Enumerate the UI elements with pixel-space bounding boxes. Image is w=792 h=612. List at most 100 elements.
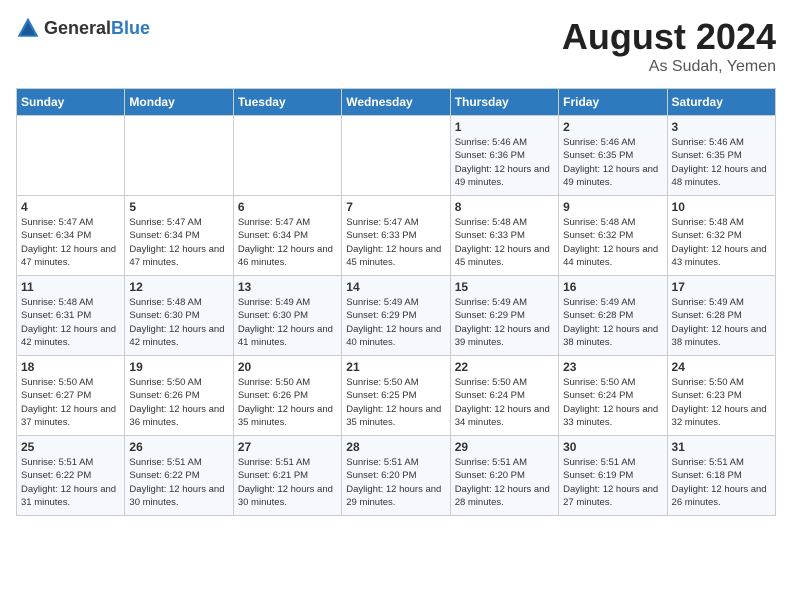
day-info: Sunrise: 5:46 AMSunset: 6:35 PMDaylight:…: [563, 136, 662, 189]
day-info: Sunrise: 5:47 AMSunset: 6:34 PMDaylight:…: [129, 216, 228, 269]
day-number: 26: [129, 440, 228, 454]
day-number: 11: [21, 280, 120, 294]
day-number: 27: [238, 440, 337, 454]
cell-week1-day5: 2 Sunrise: 5:46 AMSunset: 6:35 PMDaylight…: [559, 116, 667, 196]
cell-week3-day5: 16 Sunrise: 5:49 AMSunset: 6:28 PMDayligh…: [559, 276, 667, 356]
day-number: 17: [672, 280, 771, 294]
day-info: Sunrise: 5:47 AMSunset: 6:34 PMDaylight:…: [21, 216, 120, 269]
day-info: Sunrise: 5:49 AMSunset: 6:28 PMDaylight:…: [563, 296, 662, 349]
cell-week4-day0: 18 Sunrise: 5:50 AMSunset: 6:27 PMDayligh…: [17, 356, 125, 436]
day-number: 31: [672, 440, 771, 454]
day-number: 28: [346, 440, 445, 454]
day-info: Sunrise: 5:51 AMSunset: 6:22 PMDaylight:…: [21, 456, 120, 509]
generalblue-icon: [16, 16, 40, 40]
col-thursday: Thursday: [450, 89, 558, 116]
week-row-4: 18 Sunrise: 5:50 AMSunset: 6:27 PMDayligh…: [17, 356, 776, 436]
day-info: Sunrise: 5:51 AMSunset: 6:22 PMDaylight:…: [129, 456, 228, 509]
cell-week4-day3: 21 Sunrise: 5:50 AMSunset: 6:25 PMDayligh…: [342, 356, 450, 436]
day-number: 9: [563, 200, 662, 214]
cell-week2-day6: 10 Sunrise: 5:48 AMSunset: 6:32 PMDayligh…: [667, 196, 775, 276]
cell-week5-day4: 29 Sunrise: 5:51 AMSunset: 6:20 PMDayligh…: [450, 436, 558, 516]
cell-week4-day2: 20 Sunrise: 5:50 AMSunset: 6:26 PMDayligh…: [233, 356, 341, 436]
day-info: Sunrise: 5:47 AMSunset: 6:33 PMDaylight:…: [346, 216, 445, 269]
day-number: 23: [563, 360, 662, 374]
week-row-1: 1Sunrise: 5:46 AMSunset: 6:36 PMDaylight…: [17, 116, 776, 196]
day-number: 29: [455, 440, 554, 454]
calendar-header-row: Sunday Monday Tuesday Wednesday Thursday…: [17, 89, 776, 116]
day-number: 5: [129, 200, 228, 214]
cell-week1-day4: 1Sunrise: 5:46 AMSunset: 6:36 PMDaylight…: [450, 116, 558, 196]
day-info: Sunrise: 5:48 AMSunset: 6:32 PMDaylight:…: [563, 216, 662, 269]
day-info: Sunrise: 5:50 AMSunset: 6:25 PMDaylight:…: [346, 376, 445, 429]
cell-week3-day0: 11 Sunrise: 5:48 AMSunset: 6:31 PMDayligh…: [17, 276, 125, 356]
day-number: 14: [346, 280, 445, 294]
day-info: Sunrise: 5:48 AMSunset: 6:33 PMDaylight:…: [455, 216, 554, 269]
cell-week1-day1: [125, 116, 233, 196]
page-header: GeneralBlue August 2024 As Sudah, Yemen: [16, 16, 776, 76]
calendar-title: August 2024: [562, 16, 776, 58]
day-info: Sunrise: 5:51 AMSunset: 6:21 PMDaylight:…: [238, 456, 337, 509]
cell-week2-day1: 5 Sunrise: 5:47 AMSunset: 6:34 PMDaylight…: [125, 196, 233, 276]
cell-week2-day2: 6 Sunrise: 5:47 AMSunset: 6:34 PMDaylight…: [233, 196, 341, 276]
cell-week4-day5: 23 Sunrise: 5:50 AMSunset: 6:24 PMDayligh…: [559, 356, 667, 436]
day-number: 30: [563, 440, 662, 454]
day-info: Sunrise: 5:46 AMSunset: 6:35 PMDaylight:…: [672, 136, 771, 189]
day-number: 3: [672, 120, 771, 134]
day-number: 24: [672, 360, 771, 374]
cell-week3-day6: 17 Sunrise: 5:49 AMSunset: 6:28 PMDayligh…: [667, 276, 775, 356]
week-row-2: 4 Sunrise: 5:47 AMSunset: 6:34 PMDaylight…: [17, 196, 776, 276]
day-number: 4: [21, 200, 120, 214]
day-number: 25: [21, 440, 120, 454]
cell-week5-day5: 30Sunrise: 5:51 AMSunset: 6:19 PMDayligh…: [559, 436, 667, 516]
day-info: Sunrise: 5:49 AMSunset: 6:29 PMDaylight:…: [455, 296, 554, 349]
cell-week2-day0: 4 Sunrise: 5:47 AMSunset: 6:34 PMDaylight…: [17, 196, 125, 276]
cell-week5-day6: 31 Sunrise: 5:51 AMSunset: 6:18 PMDayligh…: [667, 436, 775, 516]
day-number: 20: [238, 360, 337, 374]
col-saturday: Saturday: [667, 89, 775, 116]
day-info: Sunrise: 5:49 AMSunset: 6:30 PMDaylight:…: [238, 296, 337, 349]
logo: GeneralBlue: [16, 16, 150, 40]
day-number: 19: [129, 360, 228, 374]
day-info: Sunrise: 5:50 AMSunset: 6:24 PMDaylight:…: [563, 376, 662, 429]
col-wednesday: Wednesday: [342, 89, 450, 116]
cell-week5-day1: 26 Sunrise: 5:51 AMSunset: 6:22 PMDayligh…: [125, 436, 233, 516]
day-info: Sunrise: 5:48 AMSunset: 6:32 PMDaylight:…: [672, 216, 771, 269]
day-number: 7: [346, 200, 445, 214]
cell-week1-day2: [233, 116, 341, 196]
cell-week5-day2: 27 Sunrise: 5:51 AMSunset: 6:21 PMDayligh…: [233, 436, 341, 516]
day-number: 22: [455, 360, 554, 374]
cell-week4-day6: 24 Sunrise: 5:50 AMSunset: 6:23 PMDayligh…: [667, 356, 775, 436]
cell-week3-day3: 14Sunrise: 5:49 AMSunset: 6:29 PMDayligh…: [342, 276, 450, 356]
day-info: Sunrise: 5:47 AMSunset: 6:34 PMDaylight:…: [238, 216, 337, 269]
day-info: Sunrise: 5:46 AMSunset: 6:36 PMDaylight:…: [455, 136, 554, 189]
col-monday: Monday: [125, 89, 233, 116]
col-sunday: Sunday: [17, 89, 125, 116]
cell-week3-day1: 12Sunrise: 5:48 AMSunset: 6:30 PMDayligh…: [125, 276, 233, 356]
day-info: Sunrise: 5:48 AMSunset: 6:31 PMDaylight:…: [21, 296, 120, 349]
cell-week1-day3: [342, 116, 450, 196]
day-number: 21: [346, 360, 445, 374]
day-info: Sunrise: 5:51 AMSunset: 6:20 PMDaylight:…: [455, 456, 554, 509]
day-info: Sunrise: 5:50 AMSunset: 6:23 PMDaylight:…: [672, 376, 771, 429]
col-friday: Friday: [559, 89, 667, 116]
day-info: Sunrise: 5:51 AMSunset: 6:18 PMDaylight:…: [672, 456, 771, 509]
day-info: Sunrise: 5:50 AMSunset: 6:26 PMDaylight:…: [129, 376, 228, 429]
day-number: 10: [672, 200, 771, 214]
cell-week4-day1: 19 Sunrise: 5:50 AMSunset: 6:26 PMDayligh…: [125, 356, 233, 436]
day-info: Sunrise: 5:51 AMSunset: 6:20 PMDaylight:…: [346, 456, 445, 509]
day-number: 2: [563, 120, 662, 134]
day-number: 16: [563, 280, 662, 294]
day-info: Sunrise: 5:50 AMSunset: 6:26 PMDaylight:…: [238, 376, 337, 429]
logo-general-text: General: [44, 18, 111, 38]
calendar-table: Sunday Monday Tuesday Wednesday Thursday…: [16, 88, 776, 516]
day-number: 18: [21, 360, 120, 374]
day-info: Sunrise: 5:48 AMSunset: 6:30 PMDaylight:…: [129, 296, 228, 349]
day-number: 6: [238, 200, 337, 214]
day-number: 13: [238, 280, 337, 294]
day-number: 8: [455, 200, 554, 214]
logo-blue-text: Blue: [111, 18, 150, 38]
day-info: Sunrise: 5:49 AMSunset: 6:28 PMDaylight:…: [672, 296, 771, 349]
cell-week1-day0: [17, 116, 125, 196]
day-info: Sunrise: 5:50 AMSunset: 6:27 PMDaylight:…: [21, 376, 120, 429]
week-row-3: 11 Sunrise: 5:48 AMSunset: 6:31 PMDayligh…: [17, 276, 776, 356]
